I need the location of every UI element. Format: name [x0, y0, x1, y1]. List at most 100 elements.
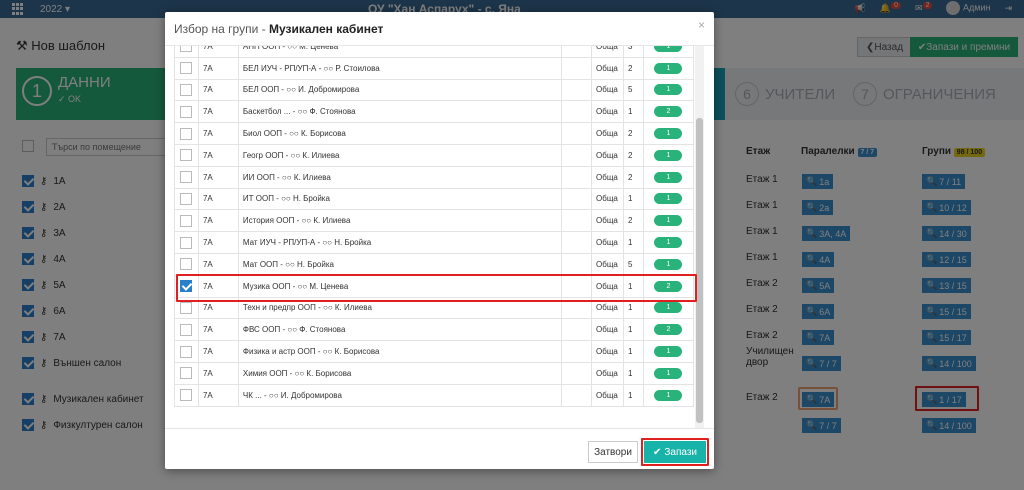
group-checkbox[interactable] [180, 389, 193, 402]
group-hours: 1 [623, 383, 644, 407]
group-checkbox[interactable] [180, 214, 193, 227]
group-type: Обща [591, 231, 624, 254]
group-count-badge: 1 [654, 346, 683, 358]
group-count-badge: 1 [654, 389, 683, 401]
modal-title-room: Музикален кабинет [268, 22, 384, 36]
highlight-selected-row [176, 274, 697, 302]
group-checkbox[interactable] [180, 62, 193, 75]
group-subject: Геогр ООП - ○○ К. Илиева [237, 143, 563, 167]
group-subject: ЧК ... - ○○ И. Добромирова [237, 383, 563, 407]
group-row[interactable]: 7А Биол ООП - ○○ К. Борисова Обща 2 1 [174, 122, 695, 145]
group-count-badge: 1 [654, 193, 683, 205]
group-class: 7А [197, 340, 239, 363]
group-row[interactable]: 7А ЧК ... - ○○ И. Добромирова Обща 1 1 [174, 383, 695, 407]
group-class: 7А [197, 56, 239, 80]
group-class: 7А [197, 46, 239, 58]
group-class: 7А [197, 252, 239, 276]
group-type: Обща [591, 187, 624, 211]
group-checkbox[interactable] [180, 192, 193, 205]
group-type: Обща [591, 383, 624, 407]
group-subject: История ООП - ○○ К. Илиева [237, 209, 563, 233]
group-hours: 1 [623, 340, 644, 363]
group-class: 7А [197, 209, 239, 233]
group-hours: 1 [623, 318, 644, 342]
close-icon[interactable]: × [698, 18, 705, 32]
group-row[interactable]: 7А БЕЛ ИУЧ - РП/УП-А - ○○ Р. Стоилова Обща… [174, 56, 695, 80]
group-count-badge: 1 [654, 128, 683, 140]
group-hours: 1 [623, 100, 644, 124]
group-class: 7А [197, 100, 239, 124]
group-subject: Баскетбол ... - ○○ Ф. Стоянова [237, 100, 563, 124]
group-count-badge: 1 [654, 62, 683, 74]
group-hours: 2 [623, 165, 644, 189]
group-row[interactable]: 7А ФВС ООП - ○○ Ф. Стоянова Обща 1 2 [174, 318, 695, 342]
group-row[interactable]: 7А Геогр ООП - ○○ К. Илиева Обща 2 1 [174, 143, 695, 167]
group-class: 7А [197, 318, 239, 342]
modal-title-prefix: Избор на групи - [174, 22, 269, 36]
group-hours: 5 [623, 252, 644, 276]
group-row[interactable]: 7А ИИ ООП - ○○ К. Илиева Обща 2 1 [174, 165, 695, 189]
group-type: Обща [591, 122, 624, 145]
group-checkbox[interactable] [180, 345, 193, 358]
group-checkbox[interactable] [180, 301, 193, 314]
group-checkbox[interactable] [180, 236, 193, 249]
group-count-badge: 1 [654, 367, 683, 379]
group-count-badge: 1 [654, 171, 683, 183]
group-count-badge: 1 [654, 237, 683, 249]
group-type: Обща [591, 165, 624, 189]
group-row[interactable]: 7А Физика и астр ООП - ○○ К. Борисова Обща… [174, 340, 695, 363]
modal-title: Избор на групи - Музикален кабинет [174, 22, 383, 36]
group-count-badge: 2 [654, 106, 683, 118]
close-button[interactable]: Затвори [588, 441, 638, 463]
modal-header: Избор на групи - Музикален кабинет × [165, 12, 714, 46]
group-class: 7А [197, 383, 239, 407]
group-type: Обща [591, 209, 624, 233]
modal-scrollbar[interactable] [695, 46, 704, 428]
groups-table: 7А АНП ООП - ○○ М. Ценева Обща 3 1 7А БЕЛ ИУЧ … [174, 46, 695, 407]
group-count-badge: 1 [654, 149, 683, 161]
group-subject: Химия ООП - ○○ К. Борисова [237, 361, 563, 385]
group-hours: 5 [623, 78, 644, 102]
scrollbar-thumb[interactable] [696, 118, 703, 423]
group-hours: 2 [623, 56, 644, 80]
group-subject: ИИ ООП - ○○ К. Илиева [237, 165, 563, 189]
group-checkbox[interactable] [180, 323, 193, 336]
group-checkbox[interactable] [180, 258, 193, 271]
group-type: Обща [591, 78, 624, 102]
group-row[interactable]: 7А БЕЛ ООП - ○○ И. Добромирова Обща 5 1 [174, 78, 695, 102]
group-class: 7А [197, 122, 239, 145]
group-checkbox[interactable] [180, 83, 193, 96]
group-row[interactable]: 7А История ООП - ○○ К. Илиева Обща 2 1 [174, 209, 695, 233]
group-row[interactable]: 7А АНП ООП - ○○ М. Ценева Обща 3 1 [174, 46, 695, 58]
modal-footer: Затвори ✔ Запази [165, 428, 714, 469]
group-count-badge: 1 [654, 258, 683, 270]
group-checkbox[interactable] [180, 367, 193, 380]
group-subject: Мат ООП - ○○ Н. Бройка [237, 252, 563, 276]
group-subject: БЕЛ ИУЧ - РП/УП-А - ○○ Р. Стоилова [237, 56, 563, 80]
group-row[interactable]: 7А ИТ ООП - ○○ Н. Бройка Обща 1 1 [174, 187, 695, 211]
group-row[interactable]: 7А Химия ООП - ○○ К. Борисова Обща 1 1 [174, 361, 695, 385]
group-subject: Биол ООП - ○○ К. Борисова [237, 122, 563, 145]
group-hours: 3 [623, 46, 644, 58]
group-subject: БЕЛ ООП - ○○ И. Добромирова [237, 78, 563, 102]
group-checkbox[interactable] [180, 171, 193, 184]
group-hours: 2 [623, 143, 644, 167]
group-row[interactable]: 7А Баскетбол ... - ○○ Ф. Стоянова Обща 1 2 [174, 100, 695, 124]
group-row[interactable]: 7А Мат ООП - ○○ Н. Бройка Обща 5 1 [174, 252, 695, 276]
group-hours: 2 [623, 122, 644, 145]
groups-table-wrap[interactable]: 7А АНП ООП - ○○ М. Ценева Обща 3 1 7А БЕЛ ИУЧ … [174, 46, 705, 428]
group-type: Обща [591, 318, 624, 342]
group-checkbox[interactable] [180, 105, 193, 118]
group-class: 7А [197, 187, 239, 211]
group-hours: 1 [623, 231, 644, 254]
group-type: Обща [591, 143, 624, 167]
group-checkbox[interactable] [180, 149, 193, 162]
group-count-badge: 1 [654, 84, 683, 96]
group-checkbox[interactable] [180, 46, 193, 53]
group-row[interactable]: 7А Мат ИУЧ - РП/УП-А - ○○ Н. Бройка Обща 1 1 [174, 231, 695, 254]
group-type: Обща [591, 100, 624, 124]
group-class: 7А [197, 78, 239, 102]
highlight-save-button [641, 438, 709, 466]
group-subject: Мат ИУЧ - РП/УП-А - ○○ Н. Бройка [237, 231, 563, 254]
group-checkbox[interactable] [180, 127, 193, 140]
